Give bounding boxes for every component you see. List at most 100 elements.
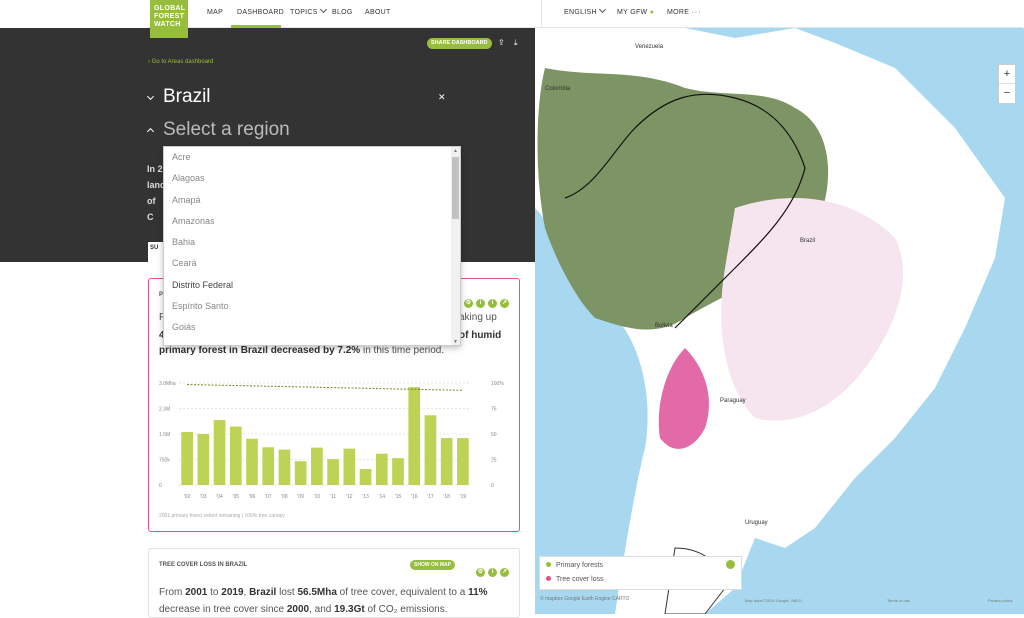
map-canvas[interactable]: + − Venezuela Colombia Brazil Bolivia Pa… <box>535 28 1024 614</box>
info-icon[interactable]: i <box>476 299 485 308</box>
download-icon[interactable]: ⤓ <box>514 38 518 48</box>
info-icon[interactable]: i <box>488 299 497 308</box>
scroll-down-icon[interactable]: ▼ <box>453 339 458 345</box>
bar[interactable] <box>327 459 339 485</box>
gear-icon[interactable]: ⚙ <box>464 299 473 308</box>
region-option[interactable]: Espírito Santo <box>164 296 460 317</box>
text-part: of CO₂ emissions. <box>364 604 448 615</box>
legend-swatch <box>546 562 551 567</box>
text-part: of tree cover, equivalent to a <box>336 587 469 598</box>
share-icon[interactable]: ⇪ <box>498 38 505 47</box>
x-tick-label: '02 <box>184 494 191 500</box>
gfw-logo[interactable]: GLOBAL FOREST WATCH <box>150 0 188 38</box>
nav-blog[interactable]: BLOG <box>332 9 353 16</box>
scrollbar-thumb[interactable] <box>452 157 459 219</box>
region-dropdown[interactable]: Acre Alagoas Amapá Amazonas Bahia Ceará Distri… <box>163 146 461 346</box>
nav-topics-label: TOPICS <box>290 9 318 16</box>
region-option[interactable]: Bahia <box>164 232 460 253</box>
zoom-in-button[interactable]: + <box>999 65 1015 84</box>
intro-fragment-1: In 2 <box>147 164 163 174</box>
legend-settings-icon[interactable] <box>726 560 735 569</box>
bar[interactable] <box>375 453 388 485</box>
x-tick-label: '17 <box>427 494 434 500</box>
close-icon[interactable]: ✕ <box>438 92 446 103</box>
text-bold: Brazil <box>249 587 277 598</box>
share-icon[interactable]: ↗ <box>500 299 509 308</box>
dropdown-scrollbar[interactable]: ▲ ▼ <box>451 147 460 345</box>
region-option[interactable]: Alagoas <box>164 168 460 189</box>
privacy-link[interactable]: Privacy policy <box>988 598 1012 603</box>
region-search-input[interactable]: Select a region <box>163 119 290 141</box>
map-legend: Primary forests Tree cover loss <box>539 556 742 590</box>
nav-divider <box>541 0 542 28</box>
bar[interactable] <box>213 420 226 485</box>
bar[interactable] <box>278 449 291 485</box>
chart-caption: 2001 primary forest extent remaining | 1… <box>159 513 285 519</box>
region-option[interactable]: Acre <box>164 147 460 168</box>
nav-topics[interactable]: TOPICS <box>290 5 327 16</box>
country-selector[interactable]: Brazil <box>163 86 211 108</box>
bar[interactable] <box>343 448 356 485</box>
x-tick-label: '12 <box>346 494 353 500</box>
more-label: MORE <box>667 9 690 16</box>
x-tick-label: '08 <box>281 494 288 500</box>
nav-about[interactable]: ABOUT <box>365 9 391 16</box>
y-tick-label: 0 <box>159 483 162 489</box>
y-tick-label: 1.5M <box>159 432 170 438</box>
more-menu[interactable]: MORE ··· <box>667 9 701 16</box>
region-option[interactable]: Amapá <box>164 190 460 211</box>
intro-fragment-3: of C <box>147 196 156 222</box>
tab-summary-label: SU <box>150 245 159 251</box>
x-tick-label: '13 <box>362 494 369 500</box>
go-to-areas-link[interactable]: ‹ Go to Areas dashboard <box>148 59 213 65</box>
widget-summary: primary forest in Brazil decreased by 7.… <box>159 345 444 356</box>
terms-link[interactable]: Terms of use <box>887 598 910 603</box>
share-icon[interactable]: ↗ <box>500 568 509 577</box>
show-on-map-button[interactable]: SHOW ON MAP <box>410 560 455 570</box>
user-icon: ● <box>649 9 655 16</box>
bar[interactable] <box>457 438 469 485</box>
legend-item-primary-forests: Primary forests <box>546 562 603 569</box>
bar[interactable] <box>424 415 437 485</box>
gear-icon[interactable]: ⚙ <box>476 568 485 577</box>
region-option[interactable]: Ceará <box>164 253 460 274</box>
y2-tick-label: 0 <box>491 483 494 489</box>
bar[interactable] <box>262 447 275 485</box>
map-label-brazil: Brazil <box>800 238 816 244</box>
bar[interactable] <box>311 447 323 485</box>
language-selector[interactable]: ENGLISH <box>564 5 606 16</box>
bar[interactable] <box>408 387 421 485</box>
bar[interactable] <box>229 426 242 485</box>
zoom-out-button[interactable]: − <box>999 84 1015 103</box>
bar[interactable] <box>294 461 307 485</box>
bar[interactable] <box>181 431 193 485</box>
share-dashboard-button[interactable]: SHARE DASHBOARD <box>427 38 492 49</box>
zoom-controls: + − <box>998 64 1016 104</box>
info-icon[interactable]: i <box>488 568 497 577</box>
y2-tick-label: 75 <box>491 407 497 413</box>
map-label-bolivia: Bolivia <box>655 323 673 329</box>
x-tick-label: '09 <box>297 494 304 500</box>
bar[interactable] <box>197 434 210 485</box>
widget-summary: From 2001 to 2019, Brazil lost 56.5Mha o… <box>159 584 519 618</box>
legend-swatch <box>546 576 551 581</box>
map-attribution: © mapbox Google Earth Engine CARTO <box>540 596 630 602</box>
bar[interactable] <box>246 438 258 485</box>
region-option[interactable]: Goiás <box>164 317 460 338</box>
nav-dashboard[interactable]: DASHBOARD <box>237 9 284 16</box>
x-tick-label: '05 <box>233 494 240 500</box>
text-bold: 56.5Mha <box>297 587 337 598</box>
region-option[interactable]: Amazonas <box>164 211 460 232</box>
bar[interactable] <box>440 438 453 485</box>
y-tick-label: 750k <box>159 458 170 464</box>
map-basemap <box>535 28 1024 614</box>
scroll-up-icon[interactable]: ▲ <box>453 148 458 154</box>
nav-map[interactable]: MAP <box>207 9 223 16</box>
my-gfw-link[interactable]: MY GFW ● <box>617 9 654 16</box>
text-part: decrease in tree cover since <box>159 604 287 615</box>
region-option[interactable]: Distrito Federal <box>164 275 460 296</box>
legend-label: Primary forests <box>556 562 604 569</box>
bar[interactable] <box>359 469 372 485</box>
widget-actions: ⚙ i i ↗ <box>461 291 509 309</box>
bar[interactable] <box>392 458 404 485</box>
